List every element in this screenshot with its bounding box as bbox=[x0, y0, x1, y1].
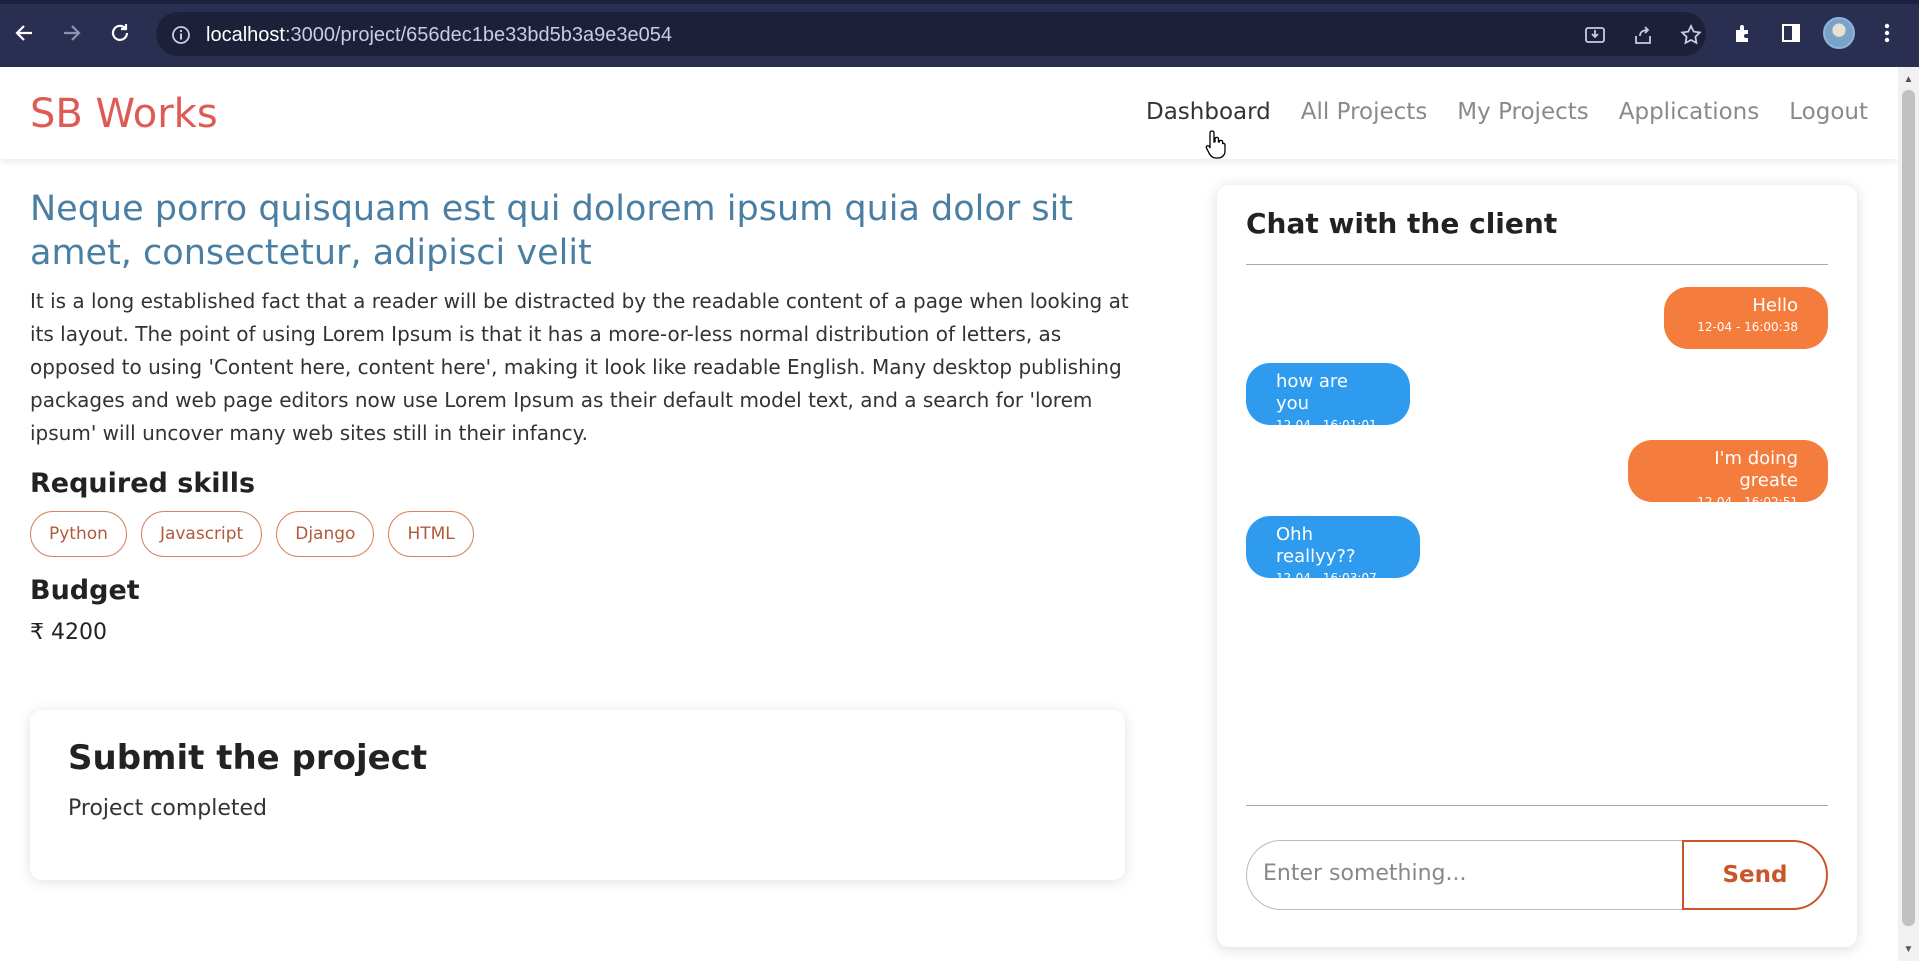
submit-heading: Submit the project bbox=[68, 738, 428, 778]
scroll-up-icon[interactable]: ▲ bbox=[1902, 74, 1915, 86]
navbar: SB Works Dashboard All Projects My Proje… bbox=[0, 67, 1898, 159]
url-text: localhost:3000/project/656dec1be33bd5b3a… bbox=[206, 24, 672, 47]
nav-all-projects[interactable]: All Projects bbox=[1301, 99, 1428, 125]
skill-tag: HTML bbox=[388, 511, 474, 557]
chat-message-received: Ohh reallyy?? 12-04 - 16:03:07 bbox=[1246, 516, 1420, 585]
nav-applications[interactable]: Applications bbox=[1619, 99, 1760, 125]
project-details: Neque porro quisquam est qui dolorem ips… bbox=[30, 187, 1130, 645]
scrollbar-thumb[interactable] bbox=[1902, 90, 1915, 926]
nav-dashboard[interactable]: Dashboard bbox=[1146, 99, 1271, 125]
chat-divider-bottom bbox=[1246, 805, 1828, 806]
menu-kebab-icon[interactable] bbox=[1871, 17, 1903, 49]
tab-strip-edge bbox=[0, 0, 1919, 4]
chat-message-sent: Hello 12-04 - 16:00:38 bbox=[1664, 287, 1828, 349]
chat-panel: Chat with the client Hello 12-04 - 16:00… bbox=[1217, 185, 1857, 947]
message-time: 12-04 - 16:01:01 bbox=[1276, 418, 1377, 432]
brand-logo[interactable]: SB Works bbox=[30, 91, 218, 137]
skill-tag: Javascript bbox=[140, 511, 263, 557]
reload-icon[interactable] bbox=[104, 17, 136, 49]
page: SB Works Dashboard All Projects My Proje… bbox=[0, 67, 1898, 961]
message-text: how are you bbox=[1276, 371, 1348, 414]
skills-heading: Required skills bbox=[30, 468, 256, 499]
message-text: Hello bbox=[1752, 295, 1798, 316]
submit-status: Project completed bbox=[68, 796, 267, 821]
share-icon[interactable] bbox=[1630, 22, 1656, 48]
message-text: Ohh reallyy?? bbox=[1276, 524, 1356, 567]
message-text: I'm doing greate bbox=[1714, 448, 1798, 491]
bookmark-star-icon[interactable] bbox=[1678, 22, 1704, 48]
chat-message-received: how are you 12-04 - 16:01:01 bbox=[1246, 363, 1410, 432]
profile-avatar[interactable] bbox=[1823, 17, 1855, 49]
scroll-down-icon[interactable]: ▼ bbox=[1902, 944, 1915, 956]
message-time: 12-04 - 16:02:51 bbox=[1697, 495, 1798, 509]
chat-title: Chat with the client bbox=[1246, 207, 1558, 240]
side-panel-icon[interactable] bbox=[1775, 17, 1807, 49]
extensions-icon[interactable] bbox=[1727, 17, 1759, 49]
project-title: Neque porro quisquam est qui dolorem ips… bbox=[30, 189, 1074, 273]
skills-list: Python Javascript Django HTML bbox=[30, 511, 1130, 557]
message-time: 12-04 - 16:03:07 bbox=[1276, 571, 1377, 585]
address-bar[interactable]: localhost:3000/project/656dec1be33bd5b3a… bbox=[156, 12, 1706, 56]
nav-logout[interactable]: Logout bbox=[1789, 99, 1868, 125]
chat-message-sent: I'm doing greate 12-04 - 16:02:51 bbox=[1628, 440, 1828, 509]
message-time: 12-04 - 16:00:38 bbox=[1697, 320, 1798, 334]
chat-divider-top bbox=[1246, 264, 1828, 265]
send-button[interactable]: Send bbox=[1682, 840, 1828, 910]
project-description: It is a long established fact that a rea… bbox=[30, 289, 1129, 445]
chat-message-input[interactable]: Enter something... bbox=[1246, 840, 1686, 910]
browser-toolbar: localhost:3000/project/656dec1be33bd5b3a… bbox=[0, 0, 1919, 67]
skill-tag: Django bbox=[276, 511, 375, 557]
back-icon[interactable] bbox=[8, 17, 40, 49]
url-path: :3000/project/656dec1be33bd5b3a9e3e054 bbox=[284, 24, 672, 46]
nav-links: Dashboard All Projects My Projects Appli… bbox=[1146, 99, 1868, 125]
forward-icon[interactable] bbox=[56, 17, 88, 49]
submit-project-card: Submit the project Project completed bbox=[30, 710, 1125, 880]
nav-my-projects[interactable]: My Projects bbox=[1457, 99, 1588, 125]
budget-heading: Budget bbox=[30, 575, 140, 606]
site-info-icon[interactable] bbox=[168, 22, 194, 48]
skill-tag: Python bbox=[30, 511, 127, 557]
hand-cursor-icon bbox=[1205, 129, 1229, 166]
budget-value: ₹ 4200 bbox=[30, 620, 107, 645]
install-app-icon[interactable] bbox=[1582, 22, 1608, 48]
url-host: localhost bbox=[206, 24, 285, 46]
